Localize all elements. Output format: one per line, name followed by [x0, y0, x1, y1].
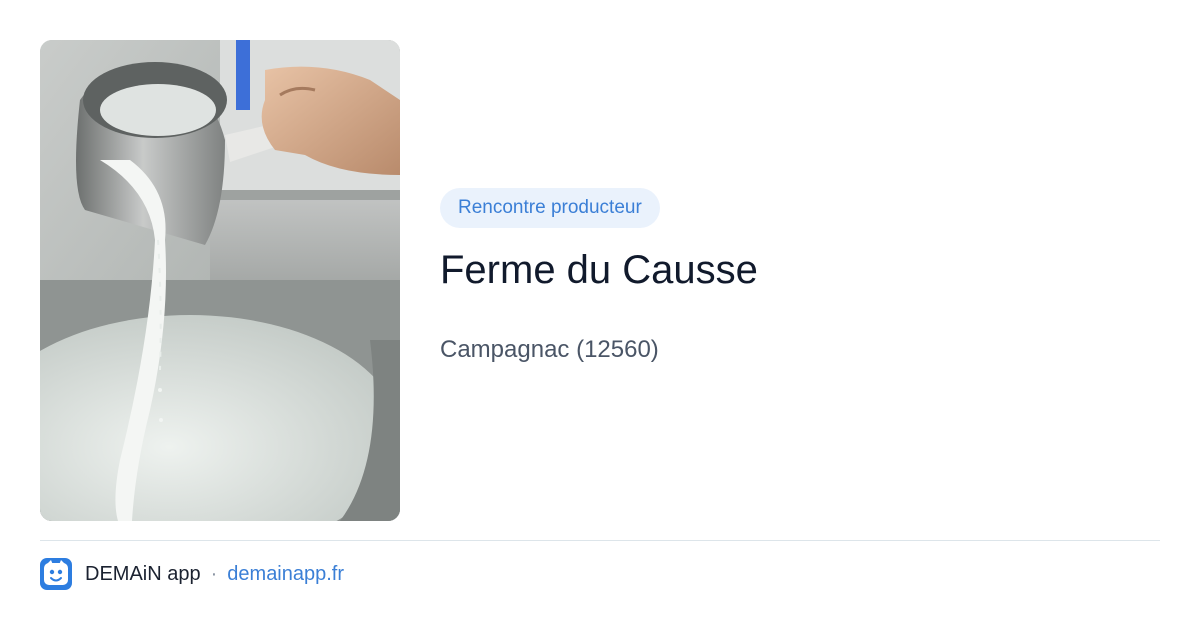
website-link[interactable]: demainapp.fr [227, 563, 344, 586]
app-name: DEMAiN app [85, 562, 201, 585]
producer-photo [40, 40, 400, 521]
category-badge: Rencontre producteur [440, 188, 660, 228]
footer: DEMAiN app · demainapp.fr [40, 558, 344, 590]
farm-location: Campagnac (12560) [440, 336, 659, 363]
producer-info: Rencontre producteur [440, 188, 660, 228]
footer-separator: · [210, 562, 218, 585]
demain-app-logo-icon [40, 558, 72, 590]
footer-divider [40, 540, 1160, 541]
farm-title: Ferme du Causse [440, 248, 758, 292]
